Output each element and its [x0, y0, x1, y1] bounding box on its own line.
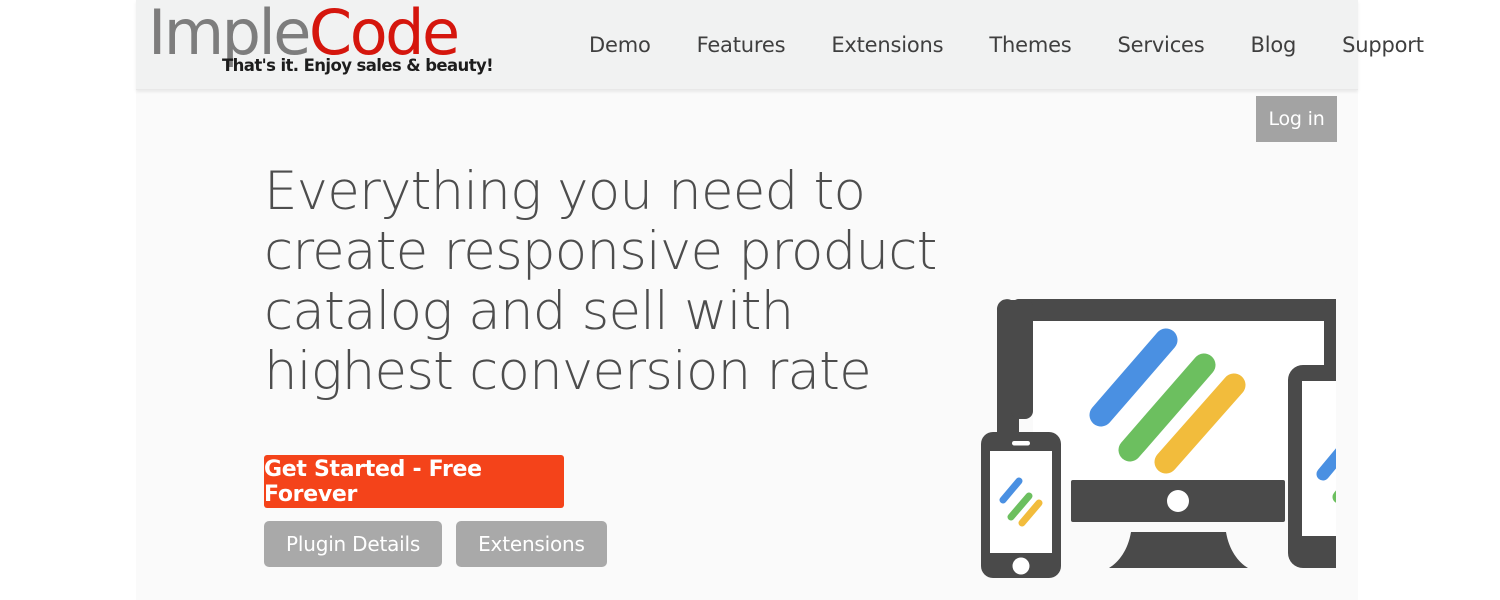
devices-svg: [981, 299, 1441, 578]
smartphone-icon: [981, 432, 1061, 578]
nav-item-blog[interactable]: Blog: [1228, 0, 1320, 90]
main-navigation: Demo Features Extensions Themes Services…: [566, 0, 1447, 90]
site-logo[interactable]: ImpleCode That's it. Enjoy sales & beaut…: [148, 0, 494, 88]
nav-item-services[interactable]: Services: [1095, 0, 1228, 90]
nav-item-demo[interactable]: Demo: [566, 0, 674, 90]
login-button[interactable]: Log in: [1256, 96, 1337, 142]
plugin-details-button[interactable]: Plugin Details: [264, 521, 443, 567]
get-started-button[interactable]: Get Started - Free Forever: [264, 455, 564, 508]
nav-item-support[interactable]: Support: [1319, 0, 1447, 90]
logo-tagline: That's it. Enjoy sales & beauty!: [222, 56, 494, 75]
page-canvas: ImpleCode That's it. Enjoy sales & beaut…: [0, 0, 1500, 600]
site-header: ImpleCode That's it. Enjoy sales & beaut…: [136, 0, 1424, 90]
site-content-column: ImpleCode That's it. Enjoy sales & beaut…: [136, 0, 1441, 600]
secondary-button-row: Plugin Details Extensions: [264, 521, 607, 567]
nav-item-features[interactable]: Features: [674, 0, 809, 90]
extensions-button[interactable]: Extensions: [456, 521, 607, 567]
tablet-icon: [1288, 365, 1441, 568]
responsive-devices-illustration: [836, 285, 1441, 585]
nav-item-themes[interactable]: Themes: [966, 0, 1094, 90]
nav-item-extensions[interactable]: Extensions: [808, 0, 966, 90]
